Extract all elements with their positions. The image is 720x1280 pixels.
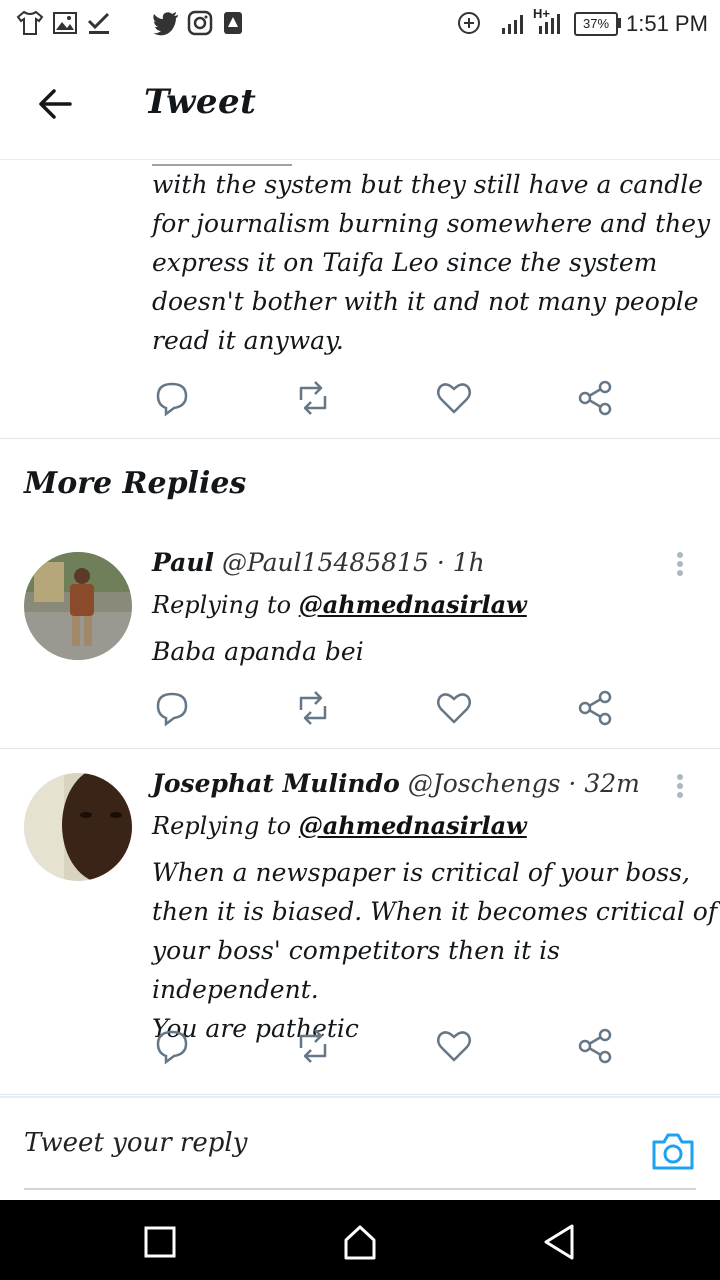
- share-icon[interactable]: [575, 688, 615, 728]
- tweet-meta: Josephat Mulindo @Joschengs · 32m: [152, 769, 640, 798]
- user-handle[interactable]: @Paul15485815: [222, 548, 429, 577]
- replying-to-label: Replying to: [152, 591, 292, 619]
- reply-icon[interactable]: [152, 378, 192, 418]
- divider: [0, 438, 720, 439]
- tweet-line: then it is biased. When it becomes criti…: [152, 897, 718, 926]
- clock: 1:51 PM: [626, 11, 708, 36]
- battery-indicator: 37%: [574, 12, 618, 36]
- image-icon: [53, 12, 77, 34]
- mention-link[interactable]: @ahmednasirlaw: [299, 590, 527, 619]
- tweet-actions: [0, 1026, 720, 1066]
- timestamp: 32m: [584, 769, 640, 798]
- more-options-icon[interactable]: [672, 772, 688, 802]
- system-nav-bar: [0, 1200, 720, 1280]
- separator: ·: [436, 548, 445, 577]
- signal-icon: [502, 15, 523, 34]
- alert-icon: [224, 12, 242, 34]
- share-icon[interactable]: [575, 1026, 615, 1066]
- user-handle[interactable]: @Joschengs: [408, 769, 561, 798]
- divider: [0, 748, 720, 749]
- reply-composer: Tweet your reply: [0, 1096, 720, 1202]
- tweet-meta: Paul @Paul15485815 · 1h: [152, 548, 485, 577]
- tweet-body: When a newspaper is critical of your bos…: [152, 853, 720, 1048]
- status-bar: H+ 37% 1:51 PM: [0, 0, 720, 48]
- conversation-feed[interactable]: with the system but they still have a ca…: [0, 160, 720, 1100]
- reply-icon[interactable]: [152, 688, 192, 728]
- tweet-line: Baba apanda bei: [152, 637, 364, 666]
- avatar[interactable]: [24, 773, 132, 881]
- tweet-body: with the system but they still have a ca…: [152, 165, 710, 360]
- tweet-actions: [0, 688, 720, 728]
- reply-icon[interactable]: [152, 1026, 192, 1066]
- tweet-line: read it anyway.: [152, 326, 344, 355]
- back-arrow-icon[interactable]: [36, 84, 76, 124]
- battery-tip: [618, 18, 621, 28]
- tweet-line: doesn't bother with it and not many peop…: [152, 287, 699, 316]
- retweet-icon[interactable]: [293, 688, 333, 728]
- tweet-line: When a newspaper is critical of your bos…: [152, 858, 690, 887]
- replying-to-label: Replying to: [152, 812, 292, 840]
- reply-input[interactable]: Tweet your reply: [24, 1128, 247, 1158]
- retweet-icon[interactable]: [293, 1026, 333, 1066]
- tweet-actions: [0, 378, 720, 418]
- tweet-body: Baba apanda bei: [152, 632, 364, 671]
- tweet-line: for journalism burning somewhere and the…: [152, 209, 711, 238]
- tweet-line: express it on Taifa Leo since the system: [152, 248, 658, 277]
- display-name[interactable]: Josephat Mulindo: [152, 769, 400, 798]
- back-icon[interactable]: [540, 1222, 580, 1262]
- instagram-icon: [187, 10, 213, 36]
- tweet-line: with the system but they still have a ca…: [152, 170, 704, 199]
- app-header: Tweet: [0, 48, 720, 160]
- recents-icon[interactable]: [140, 1222, 180, 1262]
- like-icon[interactable]: [434, 378, 474, 418]
- divider: [0, 1094, 720, 1095]
- tshirt-icon: [16, 10, 44, 35]
- home-icon[interactable]: [340, 1222, 380, 1262]
- checkmark-icon: [87, 12, 110, 34]
- page-title: Tweet: [144, 82, 257, 122]
- more-replies-heading: More Replies: [24, 466, 247, 501]
- avatar[interactable]: [24, 552, 132, 660]
- like-icon[interactable]: [434, 1026, 474, 1066]
- data-saver-icon: [458, 12, 480, 34]
- mention-link[interactable]: @ahmednasirlaw: [299, 811, 527, 840]
- battery-label: 37%: [582, 16, 610, 31]
- timestamp: 1h: [452, 548, 485, 577]
- camera-icon[interactable]: [650, 1130, 696, 1172]
- retweet-icon[interactable]: [293, 378, 333, 418]
- signal-icon-2: [539, 14, 560, 34]
- reply-underline: [24, 1188, 696, 1190]
- twitter-icon: [153, 12, 178, 36]
- share-icon[interactable]: [575, 378, 615, 418]
- separator: ·: [568, 769, 577, 798]
- display-name[interactable]: Paul: [152, 548, 214, 577]
- like-icon[interactable]: [434, 688, 474, 728]
- replying-to: Replying to @ahmednasirlaw: [152, 590, 527, 619]
- replying-to: Replying to @ahmednasirlaw: [152, 811, 527, 840]
- tweet-line: your boss' competitors then it is indepe…: [152, 936, 560, 1004]
- more-options-icon[interactable]: [672, 550, 688, 580]
